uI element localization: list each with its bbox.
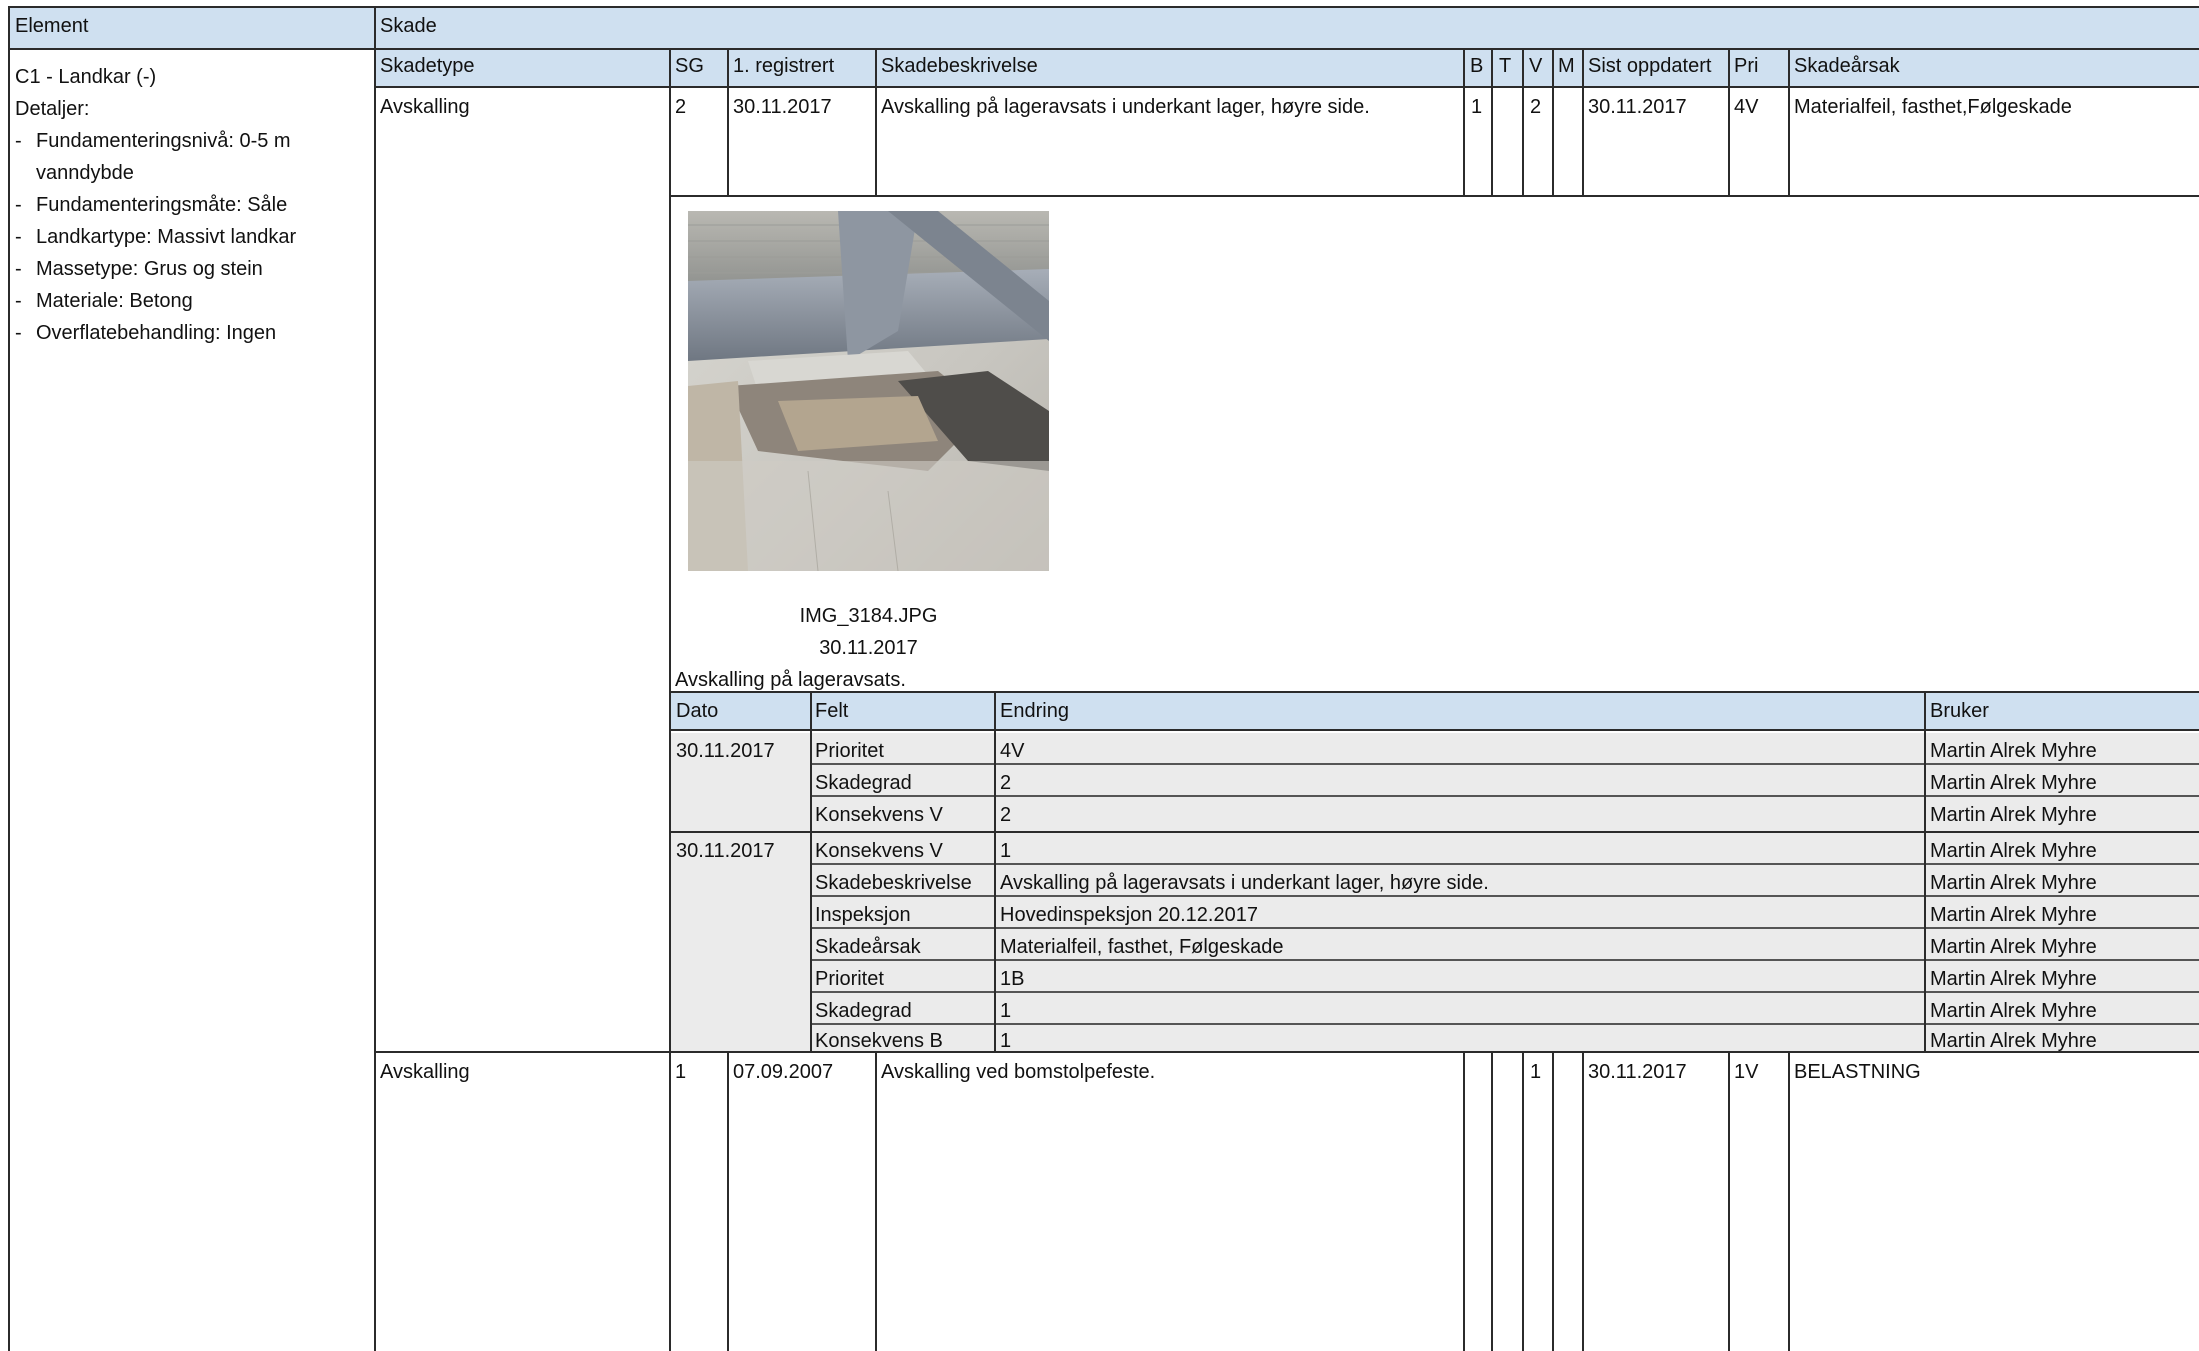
history-change: 1B xyxy=(1000,968,1025,990)
history-user: Martin Alrek Myhre xyxy=(1930,840,2097,862)
history-field: Konsekvens V xyxy=(815,840,943,862)
damage-sg: 2 xyxy=(675,96,687,118)
history-user: Martin Alrek Myhre xyxy=(1930,1000,2097,1022)
history-change: 1 xyxy=(1000,1030,1012,1052)
history-date: 30.11.2017 xyxy=(676,840,775,862)
detail-bullet: - xyxy=(15,226,22,248)
history-change: 2 xyxy=(1000,772,1012,794)
table-header-row xyxy=(10,8,2199,48)
history-field: Konsekvens B xyxy=(815,1030,943,1052)
col-registered: 1. registrert xyxy=(733,55,835,77)
col-sg: SG xyxy=(675,55,704,77)
history-change: Hovedinspeksjon 20.12.2017 xyxy=(1000,904,1258,926)
history-col-felt: Felt xyxy=(815,700,849,722)
history-date-cell-2 xyxy=(671,833,810,1051)
detail-item-cont: vanndybde xyxy=(36,162,134,184)
damage-cause: Materialfeil, fasthet,Følgeskade xyxy=(1794,96,2072,118)
damage-photo-image xyxy=(688,211,1049,571)
details-label: Detaljer: xyxy=(15,98,90,120)
history-col-dato: Dato xyxy=(676,700,719,722)
damage-header-row xyxy=(376,50,2199,88)
damage-description: Avskalling på lageravsats i underkant la… xyxy=(881,96,1370,118)
damage-b: 1 xyxy=(1471,96,1483,118)
damage-sg: 1 xyxy=(675,1061,687,1083)
history-change: 4V xyxy=(1000,740,1025,762)
history-user: Martin Alrek Myhre xyxy=(1930,904,2097,926)
history-field: Skadegrad xyxy=(815,772,912,794)
col-pri: Pri xyxy=(1734,55,1759,77)
col-v: V xyxy=(1529,55,1543,77)
history-user: Martin Alrek Myhre xyxy=(1930,936,2097,958)
damage-updated: 30.11.2017 xyxy=(1588,1061,1687,1083)
damage-pri: 4V xyxy=(1734,96,1759,118)
history-date: 30.11.2017 xyxy=(676,740,775,762)
history-user: Martin Alrek Myhre xyxy=(1930,968,2097,990)
damage-updated: 30.11.2017 xyxy=(1588,96,1687,118)
history-change: Avskalling på lageravsats i underkant la… xyxy=(1000,872,1489,894)
damage-type: Avskalling xyxy=(380,1061,470,1083)
col-updated: Sist oppdatert xyxy=(1588,55,1712,77)
history-field: Prioritet xyxy=(815,740,884,762)
col-cause: Skadeårsak xyxy=(1794,55,1900,77)
detail-item: Landkartype: Massivt landkar xyxy=(36,226,297,248)
damage-type: Avskalling xyxy=(380,96,470,118)
history-field: Prioritet xyxy=(815,968,884,990)
detail-bullet: - xyxy=(15,194,22,216)
detail-bullet: - xyxy=(15,258,22,280)
history-user: Martin Alrek Myhre xyxy=(1930,1030,2097,1052)
history-change: Materialfeil, fasthet, Følgeskade xyxy=(1000,936,1284,958)
element-name: C1 - Landkar (-) xyxy=(15,66,157,88)
history-field: Konsekvens V xyxy=(815,804,943,826)
history-change: 1 xyxy=(1000,1000,1012,1022)
detail-bullet: - xyxy=(15,322,22,344)
col-description: Skadebeskrivelse xyxy=(881,55,1038,77)
history-field: Skadeårsak xyxy=(815,936,921,958)
history-col-bruker: Bruker xyxy=(1930,700,1989,722)
damage-photo[interactable] xyxy=(688,211,1049,571)
photo-date: 30.11.2017 xyxy=(819,637,918,659)
damage-registered: 07.09.2007 xyxy=(733,1061,834,1083)
history-user: Martin Alrek Myhre xyxy=(1930,740,2097,762)
history-user: Martin Alrek Myhre xyxy=(1930,772,2097,794)
skade-header: Skade xyxy=(380,15,437,37)
detail-item: Overflatebehandling: Ingen xyxy=(36,322,277,344)
col-t: T xyxy=(1499,55,1512,77)
col-m: M xyxy=(1558,55,1575,77)
detail-bullet: - xyxy=(15,290,22,312)
history-col-endring: Endring xyxy=(1000,700,1069,722)
history-field: Skadegrad xyxy=(815,1000,912,1022)
damage-v: 2 xyxy=(1530,96,1542,118)
history-change: 1 xyxy=(1000,840,1012,862)
history-user: Martin Alrek Myhre xyxy=(1930,804,2097,826)
element-header: Element xyxy=(15,15,89,37)
photo-filename: IMG_3184.JPG xyxy=(799,605,938,627)
history-field: Inspeksjon xyxy=(815,904,911,926)
damage-description: Avskalling ved bomstolpefeste. xyxy=(881,1061,1156,1083)
damage-v: 1 xyxy=(1530,1061,1542,1083)
damage-registered: 30.11.2017 xyxy=(733,96,832,118)
damage-cause: BELASTNING xyxy=(1794,1061,1921,1083)
detail-item: Fundamenteringsnivå: 0-5 m xyxy=(36,130,291,152)
detail-item: Fundamenteringsmåte: Såle xyxy=(36,194,288,216)
detail-bullet: - xyxy=(15,130,22,152)
history-field: Skadebeskrivelse xyxy=(815,872,972,894)
history-user: Martin Alrek Myhre xyxy=(1930,872,2097,894)
col-b: B xyxy=(1470,55,1484,77)
detail-item: Massetype: Grus og stein xyxy=(36,258,263,280)
photo-caption: Avskalling på lageravsats. xyxy=(675,669,906,691)
damage-pri: 1V xyxy=(1734,1061,1759,1083)
detail-item: Materiale: Betong xyxy=(36,290,193,312)
history-change: 2 xyxy=(1000,804,1012,826)
col-skadetype: Skadetype xyxy=(380,55,475,77)
